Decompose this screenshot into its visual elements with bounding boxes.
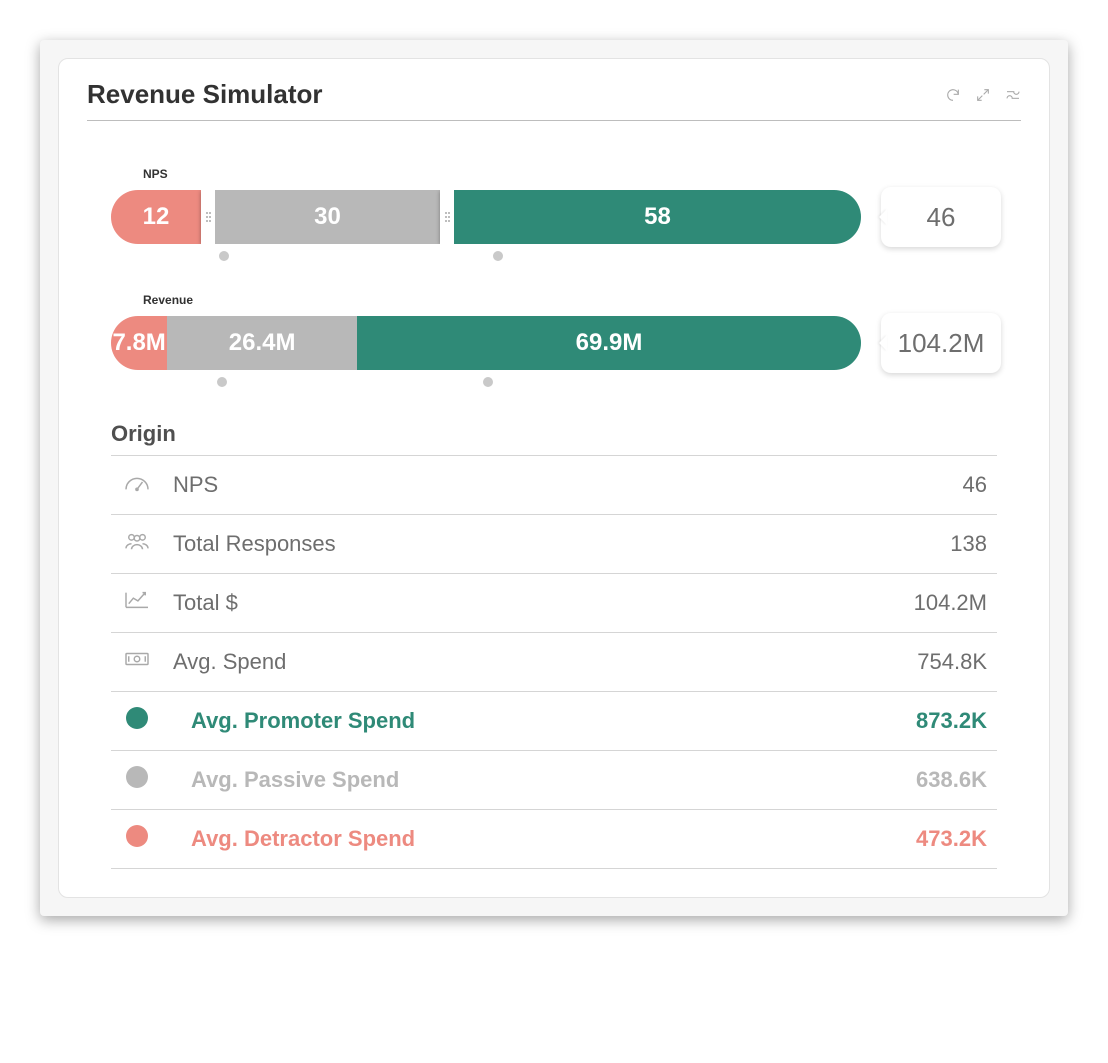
- table-row: Total $ 104.2M: [111, 574, 997, 633]
- nps-slider[interactable]: 12 30 58: [111, 190, 861, 244]
- promoter-dot-icon: [126, 707, 148, 729]
- origin-value: 754.8K: [778, 633, 997, 692]
- origin-value: 46: [778, 456, 997, 515]
- revenue-passive-segment: 26.4M: [167, 316, 357, 370]
- origin-table: NPS 46 Total Responses 138 Total $ 104.2…: [111, 455, 997, 869]
- origin-value: 473.2K: [778, 810, 997, 869]
- nps-handle-1[interactable]: [201, 190, 215, 244]
- refresh-icon[interactable]: [945, 87, 961, 103]
- origin-label: NPS: [163, 456, 778, 515]
- nps-caption: NPS: [143, 167, 997, 181]
- chart-icon: [122, 591, 152, 616]
- detractor-dot-icon: [126, 825, 148, 847]
- table-row: NPS 46: [111, 456, 997, 515]
- origin-value: 104.2M: [778, 574, 997, 633]
- nps-marker-1: [219, 251, 229, 261]
- gauge-icon: [122, 473, 152, 498]
- origin-value: 873.2K: [778, 692, 997, 751]
- widget-frame: Revenue Simulator NPS 12: [40, 40, 1068, 916]
- revenue-promoter-segment: 69.9M: [357, 316, 861, 370]
- people-icon: [122, 532, 152, 557]
- origin-value: 138: [778, 515, 997, 574]
- nps-marker-2: [493, 251, 503, 261]
- revenue-total-bubble: 104.2M: [881, 313, 1001, 373]
- card-title: Revenue Simulator: [87, 79, 323, 110]
- revenue-caption: Revenue: [143, 293, 997, 307]
- card-toolbar: [945, 87, 1021, 103]
- origin-label: Avg. Promoter Spend: [163, 692, 778, 751]
- revenue-bar: 7.8M 26.4M 69.9M: [111, 316, 861, 370]
- revenue-simulator-card: Revenue Simulator NPS 12: [58, 58, 1050, 898]
- nps-total-bubble: 46: [881, 187, 1001, 247]
- table-row: Avg. Promoter Spend 873.2K: [111, 692, 997, 751]
- nps-origin-markers: [111, 247, 997, 259]
- nps-handle-2[interactable]: [440, 190, 454, 244]
- table-row: Avg. Passive Spend 638.6K: [111, 751, 997, 810]
- origin-heading: Origin: [111, 421, 997, 447]
- nps-promoter-segment: 58: [454, 190, 861, 244]
- table-row: Total Responses 138: [111, 515, 997, 574]
- settings-icon[interactable]: [1005, 87, 1021, 103]
- table-row: Avg. Spend 754.8K: [111, 633, 997, 692]
- nps-bar-block: NPS 12 30 58 46: [111, 167, 997, 259]
- nps-detractor-segment: 12: [111, 190, 201, 244]
- origin-label: Total Responses: [163, 515, 778, 574]
- revenue-marker-2: [483, 377, 493, 387]
- nps-passive-segment: 30: [215, 190, 440, 244]
- card-header: Revenue Simulator: [87, 79, 1021, 121]
- passive-dot-icon: [126, 766, 148, 788]
- revenue-detractor-segment: 7.8M: [111, 316, 167, 370]
- origin-value: 638.6K: [778, 751, 997, 810]
- origin-label: Avg. Spend: [163, 633, 778, 692]
- table-row: Avg. Detractor Spend 473.2K: [111, 810, 997, 869]
- origin-label: Total $: [163, 574, 778, 633]
- revenue-bar-block: Revenue 7.8M 26.4M 69.9M 104.2M: [111, 293, 997, 385]
- revenue-marker-1: [217, 377, 227, 387]
- cash-icon: [122, 650, 152, 675]
- origin-label: Avg. Detractor Spend: [163, 810, 778, 869]
- expand-icon[interactable]: [975, 87, 991, 103]
- simulator-body: NPS 12 30 58 46 Re: [87, 121, 1021, 877]
- revenue-origin-markers: [111, 373, 997, 385]
- origin-label: Avg. Passive Spend: [163, 751, 778, 810]
